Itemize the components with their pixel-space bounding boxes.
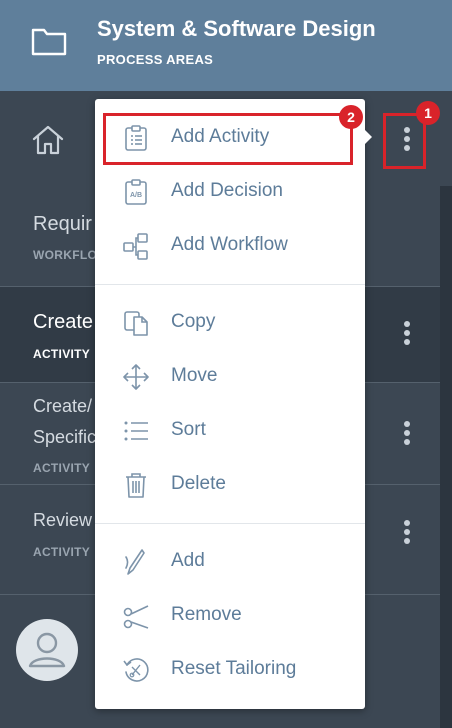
menu-item-label: Remove <box>171 604 242 625</box>
step-badge-1: 1 <box>416 101 440 125</box>
move-icon <box>123 364 149 390</box>
menu-divider <box>95 284 365 285</box>
menu-item-label: Add Decision <box>171 180 283 201</box>
menu-item-label: Add <box>171 550 205 571</box>
more-options-icon[interactable] <box>402 321 412 349</box>
folder-icon <box>31 28 67 56</box>
menu-item-label: Copy <box>171 311 216 332</box>
menu-item-add-decision[interactable]: A/B Add Decision <box>95 165 365 219</box>
item-type: ACTIVITY <box>33 545 91 559</box>
add-activity-highlight <box>103 113 353 165</box>
scissors-icon <box>123 605 149 629</box>
home-icon[interactable] <box>31 124 65 156</box>
menu-item-label: Sort <box>171 419 206 440</box>
page-subtitle: PROCESS AREAS <box>97 52 214 67</box>
menu-item-sort[interactable]: Sort <box>95 404 365 458</box>
sort-list-icon <box>124 421 148 441</box>
menu-item-label: Move <box>171 365 218 386</box>
item-type: ACTIVITY <box>33 347 91 361</box>
menu-item-reset-tailoring[interactable]: Reset Tailoring <box>95 643 365 697</box>
process-area-header: System & Software Design PROCESS AREAS <box>0 0 452 91</box>
item-title: Create <box>33 311 94 333</box>
step-badge-2: 2 <box>339 105 363 129</box>
menu-item-delete[interactable]: Delete <box>95 458 365 512</box>
item-title: Review <box>33 510 93 530</box>
trash-icon <box>126 473 146 498</box>
item-title: Create/ <box>33 396 93 416</box>
svg-text:A/B: A/B <box>130 192 142 199</box>
menu-item-label: Add Workflow <box>171 234 288 255</box>
menu-item-copy[interactable]: Copy <box>95 296 365 350</box>
menu-item-label: Delete <box>171 473 226 494</box>
page-title: System & Software Design <box>97 16 376 41</box>
menu-item-add-workflow[interactable]: Add Workflow <box>95 219 365 273</box>
menu-item-remove[interactable]: Remove <box>95 589 365 643</box>
pen-nib-icon <box>125 549 145 575</box>
workflow-icon <box>123 233 148 260</box>
scrollbar[interactable] <box>440 186 452 728</box>
context-menu: Add Activity A/B Add Decision Add Workfl… <box>95 99 372 709</box>
copy-icon <box>124 311 148 336</box>
user-icon <box>28 632 66 668</box>
item-type: WORKFLO <box>33 248 98 262</box>
clipboard-ab-icon: A/B <box>125 179 147 205</box>
item-title: Requir <box>33 213 92 235</box>
menu-divider <box>95 523 365 524</box>
more-options-icon[interactable] <box>402 421 412 449</box>
menu-item-move[interactable]: Move <box>95 350 365 404</box>
avatar[interactable] <box>16 619 78 681</box>
reset-tailoring-icon <box>123 658 149 682</box>
item-title-line2: Specific <box>33 427 97 447</box>
menu-item-label: Reset Tailoring <box>171 658 297 679</box>
more-options-icon[interactable] <box>402 520 412 548</box>
item-type: ACTIVITY <box>33 461 91 475</box>
menu-item-add[interactable]: Add <box>95 535 365 589</box>
